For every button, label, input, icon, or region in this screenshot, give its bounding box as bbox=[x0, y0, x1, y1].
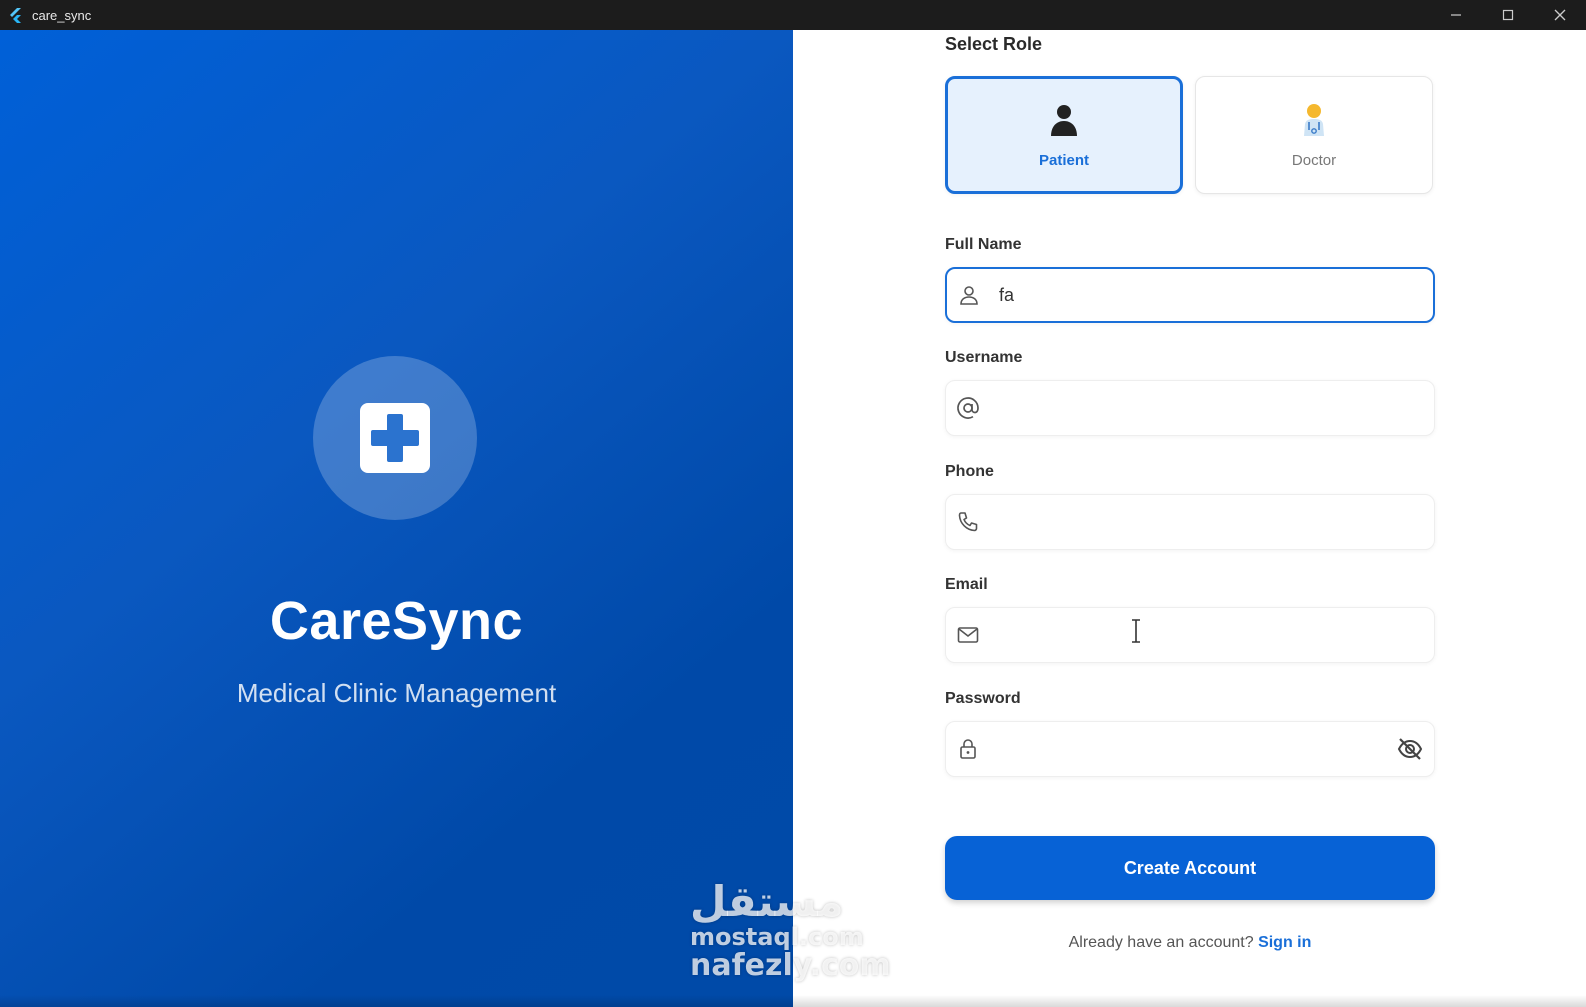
role-card-doctor[interactable]: Doctor bbox=[1195, 76, 1433, 194]
person-icon bbox=[960, 286, 978, 305]
password-label: Password bbox=[945, 690, 1021, 707]
role-card-patient[interactable]: Patient bbox=[945, 76, 1183, 194]
role-label-doctor: Doctor bbox=[1291, 151, 1337, 169]
role-label-patient: Patient bbox=[1038, 151, 1089, 169]
maximize-button[interactable] bbox=[1482, 0, 1534, 30]
email-field[interactable] bbox=[945, 607, 1435, 663]
doctor-icon bbox=[1304, 103, 1324, 136]
phone-label: Phone bbox=[945, 463, 994, 480]
full-name-label: Full Name bbox=[945, 236, 1022, 253]
username-field[interactable] bbox=[945, 380, 1435, 436]
flutter-app-icon bbox=[10, 8, 21, 23]
at-sign-icon bbox=[957, 397, 979, 419]
bottom-shadow-strip bbox=[0, 995, 1586, 1007]
minimize-icon bbox=[1451, 14, 1461, 16]
window-controls bbox=[1430, 0, 1586, 30]
username-input[interactable] bbox=[996, 388, 1434, 428]
medical-cross-icon bbox=[360, 403, 430, 473]
eye-off-icon[interactable] bbox=[1396, 735, 1424, 763]
username-label: Username bbox=[945, 349, 1023, 366]
brand-tagline: Medical Clinic Management bbox=[236, 678, 557, 708]
phone-input[interactable] bbox=[996, 502, 1434, 542]
signin-prompt: Already have an account? bbox=[1068, 934, 1254, 951]
watermark-site-1: mostaql.com bbox=[690, 923, 864, 951]
password-input[interactable] bbox=[996, 729, 1396, 769]
maximize-icon bbox=[1502, 9, 1514, 21]
watermark-site-2: nafezly.com bbox=[690, 948, 891, 983]
watermark-logo: مستقل bbox=[690, 877, 844, 926]
close-button[interactable] bbox=[1534, 0, 1586, 30]
password-field[interactable] bbox=[945, 721, 1435, 777]
window-title: care_sync bbox=[32, 7, 92, 23]
minimize-button[interactable] bbox=[1430, 0, 1482, 30]
lock-icon bbox=[960, 739, 976, 759]
logo-circle bbox=[313, 356, 477, 520]
full-name-input[interactable] bbox=[997, 275, 1433, 315]
select-role-label: Select Role bbox=[945, 34, 1043, 54]
create-account-button[interactable]: Create Account bbox=[945, 836, 1435, 900]
email-input[interactable] bbox=[996, 615, 1434, 655]
brand-title: CareSync bbox=[269, 591, 524, 651]
full-name-field[interactable] bbox=[945, 267, 1435, 323]
signup-form-panel: Select Role Patient Doctor Full Name Use… bbox=[793, 30, 1586, 1007]
watermark: مستقل mostaql.com nafezly.com bbox=[690, 877, 891, 1000]
text-cursor-icon bbox=[1132, 619, 1140, 643]
patient-icon bbox=[1051, 104, 1077, 136]
signin-row: Already have an account? Sign in bbox=[945, 934, 1435, 952]
close-icon bbox=[1554, 9, 1566, 21]
phone-icon bbox=[958, 512, 978, 532]
brand-panel: CareSync Medical Clinic Management bbox=[0, 30, 793, 1007]
window-titlebar: care_sync bbox=[0, 0, 1586, 30]
mail-icon bbox=[957, 627, 979, 643]
phone-field[interactable] bbox=[945, 494, 1435, 550]
signin-link[interactable]: Sign in bbox=[1258, 934, 1311, 951]
email-label: Email bbox=[945, 576, 988, 593]
